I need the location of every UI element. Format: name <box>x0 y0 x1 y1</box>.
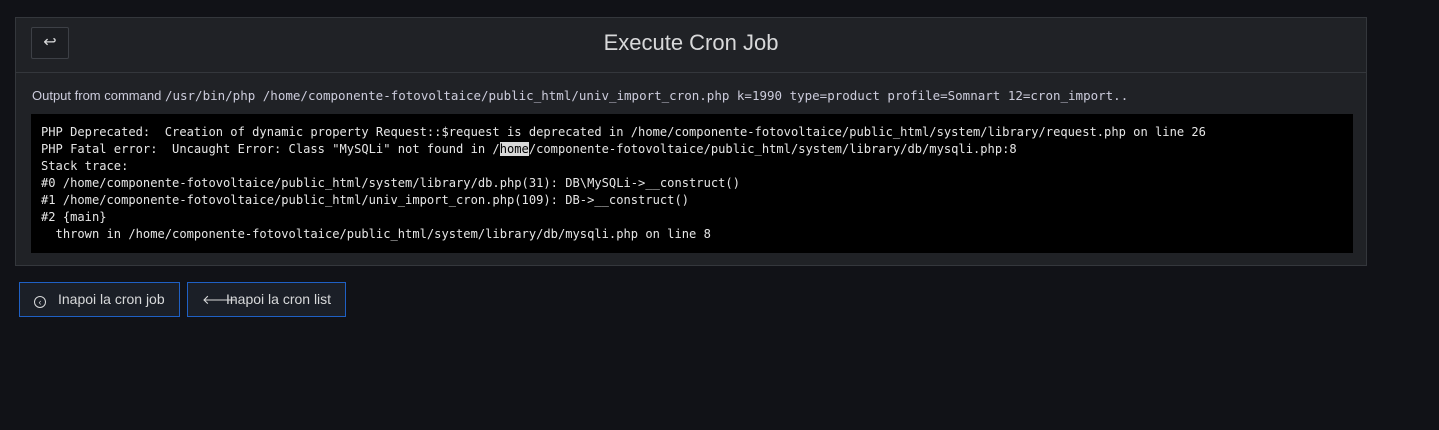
output-text: /componente-fotovoltaice/public_html/sys… <box>528 142 1017 156</box>
output-line: #1 /home/componente-fotovoltaice/public_… <box>41 193 690 207</box>
command-text: /usr/bin/php /home/componente-fotovoltai… <box>164 88 1129 103</box>
panel-header: ↩ Execute Cron Job <box>16 18 1366 73</box>
back-to-cron-job-button[interactable]: ‹ Inapoi la cron job <box>19 282 180 317</box>
output-line: #2 {main} <box>41 210 107 224</box>
output-line: PHP Deprecated: Creation of dynamic prop… <box>41 125 1206 139</box>
output-line: Stack trace: <box>41 159 129 173</box>
output-line: thrown in /home/componente-fotovoltaice/… <box>41 227 711 241</box>
command-description: Output from command /usr/bin/php /home/c… <box>32 88 1128 103</box>
back-to-cron-list-button[interactable]: 🡐Inapoi la cron list <box>187 282 347 317</box>
back-to-cron-job-label: Inapoi la cron job <box>58 291 165 307</box>
page-title: Execute Cron Job <box>603 30 779 55</box>
back-to-cron-list-label: Inapoi la cron list <box>226 291 332 307</box>
output-text: PHP Fatal error: Uncaught Error: Class "… <box>41 142 500 156</box>
output-line: #0 /home/componente-fotovoltaice/public_… <box>41 176 740 190</box>
selected-text: home <box>499 142 529 156</box>
arrow-left-icon: 🡐 <box>202 292 237 307</box>
cron-output-panel: ↩ Execute Cron Job Output from command /… <box>15 17 1367 266</box>
circle-left-icon: ‹ <box>34 296 46 308</box>
command-prefix: Output from command <box>32 88 162 103</box>
output-line: PHP Fatal error: Uncaught Error: Class "… <box>41 141 1343 158</box>
command-output: PHP Deprecated: Creation of dynamic prop… <box>31 114 1353 253</box>
